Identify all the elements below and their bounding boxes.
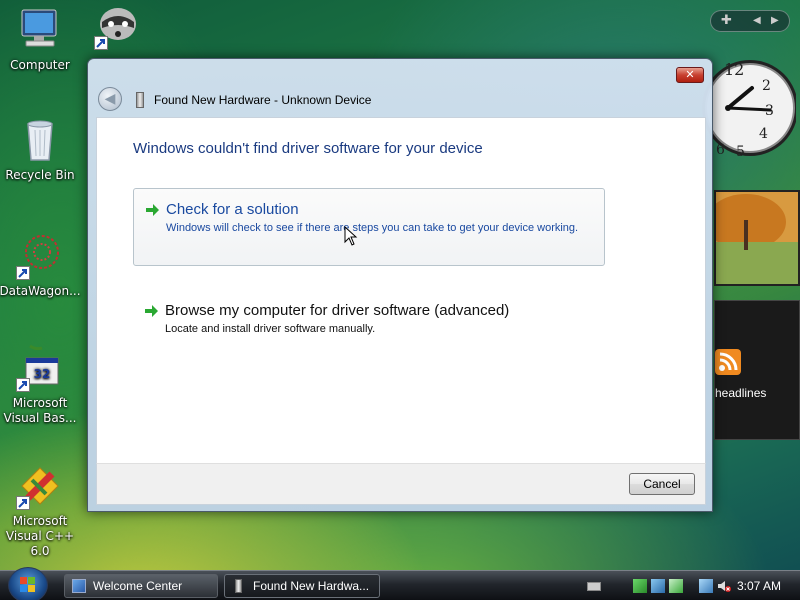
taskbar-button-found-new-hardware[interactable]: Found New Hardwa... bbox=[224, 574, 380, 598]
computer-icon bbox=[16, 6, 64, 54]
sidebar-icon[interactable] bbox=[651, 579, 665, 593]
usb-device-icon bbox=[136, 92, 144, 108]
option-description: Locate and install driver software manua… bbox=[165, 323, 376, 335]
svg-text:4: 4 bbox=[759, 126, 768, 142]
rss-feed-icon bbox=[715, 349, 741, 375]
browse-computer-option[interactable]: Browse my computer for driver software (… bbox=[133, 290, 605, 350]
shortcut-arrow-icon bbox=[94, 36, 108, 50]
visual-basic-icon: 32 bbox=[16, 344, 64, 392]
system-tray: 3:07 AM bbox=[585, 575, 795, 597]
green-arrow-icon bbox=[145, 305, 158, 317]
shortcut-arrow-icon bbox=[16, 378, 30, 392]
display-network-icon[interactable] bbox=[699, 579, 713, 593]
visual-cpp-icon bbox=[16, 462, 64, 510]
desktop-icon-computer[interactable]: Computer bbox=[0, 6, 82, 73]
datawagon-icon bbox=[16, 232, 64, 280]
desktop-icon-label: DataWagon... bbox=[0, 284, 81, 298]
option-description: Windows will check to see if there are s… bbox=[166, 222, 579, 234]
green-arrow-icon bbox=[146, 204, 159, 216]
svg-text:6: 6 bbox=[716, 142, 725, 158]
navigation-bar: ◀ Found New Hardware - Unknown Device bbox=[96, 85, 704, 115]
taskbar-clock[interactable]: 3:07 AM bbox=[737, 579, 781, 593]
close-button[interactable]: ✕ bbox=[676, 67, 704, 83]
back-arrow-icon[interactable]: ◀ bbox=[98, 87, 122, 111]
desktop-icon-recycle-bin[interactable]: Recycle Bin bbox=[0, 116, 82, 183]
desktop-icon-label: Recycle Bin bbox=[5, 168, 75, 182]
feed-headlines-gadget[interactable]: headlines bbox=[714, 300, 800, 440]
volume-muted-icon[interactable] bbox=[717, 579, 731, 593]
taskbar-button-welcome-center[interactable]: Welcome Center bbox=[64, 574, 218, 598]
clock-gadget[interactable]: 12 2 3 4 5 6 bbox=[700, 48, 798, 172]
shortcut-arrow-icon bbox=[16, 266, 30, 280]
svg-text:2: 2 bbox=[762, 78, 771, 94]
sidebar-gadget-toolbar: ✚ ◀ ▶ bbox=[710, 10, 790, 32]
mouse-cursor-icon bbox=[344, 226, 358, 246]
desktop-icon-label: Microsoft Visual C++ 6.0 bbox=[5, 514, 75, 558]
taskbar-button-label: Found New Hardwa... bbox=[253, 579, 370, 593]
dialog-footer: Cancel bbox=[96, 463, 706, 505]
network-icon[interactable] bbox=[633, 579, 647, 593]
svg-text:32: 32 bbox=[34, 367, 51, 381]
taskbar: Welcome Center Found New Hardwa... 3:07 … bbox=[0, 567, 800, 600]
shortcut-arrow-icon bbox=[16, 496, 30, 510]
desktop-icon-datawagon[interactable]: DataWagon... bbox=[0, 232, 82, 299]
cancel-button[interactable]: Cancel bbox=[629, 473, 695, 495]
usb-device-icon bbox=[235, 579, 242, 593]
desktop-icon-visual-cpp[interactable]: Microsoft Visual C++ 6.0 bbox=[0, 462, 82, 559]
desktop-icon-label: Computer bbox=[10, 58, 70, 72]
raccoon-icon bbox=[94, 2, 142, 50]
feed-label: headlines bbox=[715, 386, 767, 400]
start-button[interactable] bbox=[8, 567, 48, 600]
taskbar-button-label: Welcome Center bbox=[93, 579, 183, 593]
found-new-hardware-dialog: ✕ ◀ Found New Hardware - Unknown Device … bbox=[87, 58, 713, 512]
check-for-solution-option[interactable]: Check for a solution Windows will check … bbox=[133, 188, 605, 266]
dialog-title: Found New Hardware - Unknown Device bbox=[154, 93, 372, 107]
next-icon[interactable]: ▶ bbox=[771, 15, 779, 26]
option-title: Browse my computer for driver software (… bbox=[165, 302, 510, 319]
page-heading: Windows couldn't find driver software fo… bbox=[133, 140, 483, 157]
svg-text:5: 5 bbox=[736, 144, 745, 160]
dialog-content: Windows couldn't find driver software fo… bbox=[96, 117, 706, 463]
slideshow-gadget[interactable] bbox=[706, 190, 800, 286]
recycle-bin-icon bbox=[16, 116, 64, 164]
keyboard-icon[interactable] bbox=[587, 582, 601, 591]
add-gadget-icon[interactable]: ✚ bbox=[721, 13, 732, 28]
svg-text:12: 12 bbox=[724, 60, 744, 79]
desktop-icon-label: Microsoft Visual Bas... bbox=[3, 396, 77, 425]
desktop-icon-raccoon[interactable] bbox=[76, 2, 160, 54]
welcome-center-icon bbox=[72, 579, 86, 593]
desktop-icon-visual-basic[interactable]: 32 Microsoft Visual Bas... bbox=[0, 344, 82, 426]
battery-icon[interactable] bbox=[669, 579, 683, 593]
option-title: Check for a solution bbox=[166, 201, 299, 218]
previous-icon[interactable]: ◀ bbox=[753, 15, 761, 26]
